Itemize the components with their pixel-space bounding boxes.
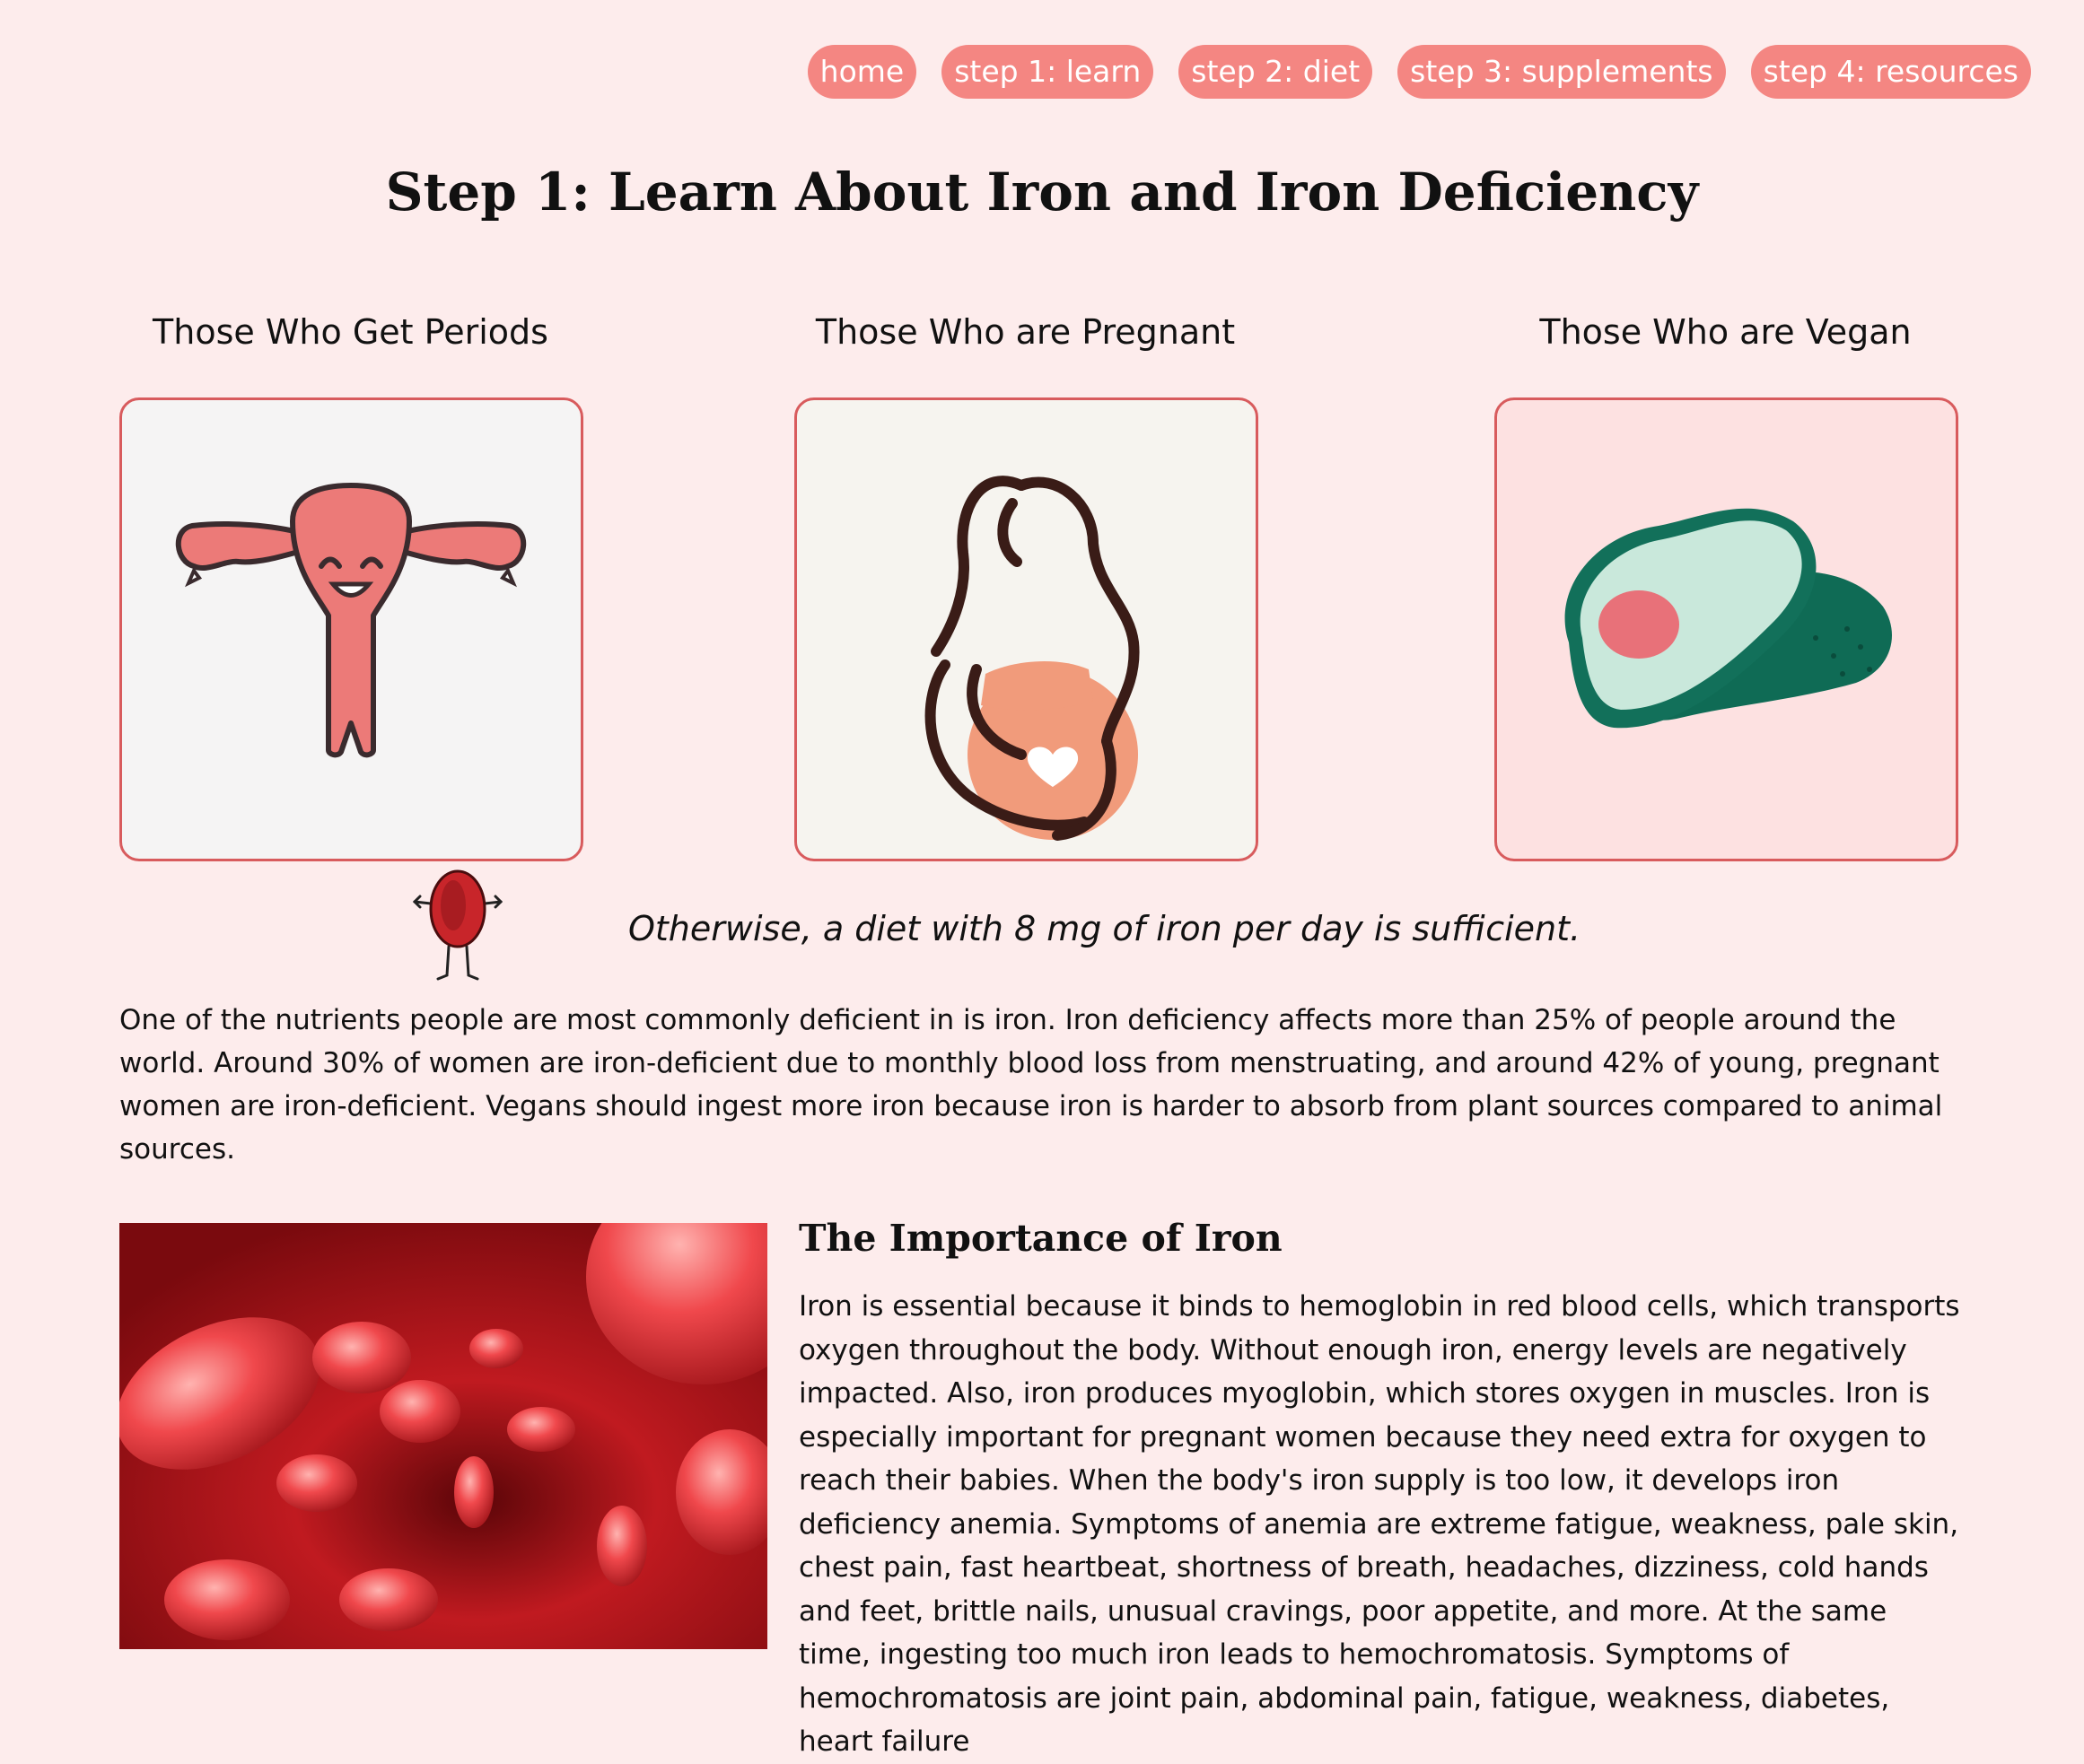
pregnant-woman-icon: [794, 397, 1258, 861]
card-vegan: Those Who are Vegan: [1494, 310, 1958, 861]
importance-title: The Importance of Iron: [799, 1217, 1283, 1260]
card-periods: Those Who Get Periods: [119, 310, 583, 861]
card-periods-label: Those Who Get Periods: [153, 312, 548, 352]
nav-step-3-supplements[interactable]: step 3: supplements: [1397, 45, 1726, 99]
nav-step-2-diet[interactable]: step 2: diet: [1178, 45, 1373, 99]
nav-home[interactable]: home: [807, 45, 917, 99]
card-vegan-label: Those Who are Vegan: [1539, 312, 1912, 352]
card-pregnant: Those Who are Pregnant: [794, 310, 1258, 861]
nav-step-4-resources[interactable]: step 4: resources: [1750, 45, 2031, 99]
avocado-icon: [1494, 397, 1958, 861]
red-blood-cells-image: [119, 1223, 767, 1649]
top-nav: home step 1: learn step 2: diet step 3: …: [807, 45, 2031, 99]
importance-body: Iron is essential because it binds to he…: [799, 1290, 1960, 1758]
card-pregnant-label: Those Who are Pregnant: [815, 312, 1236, 352]
intro-paragraph: One of the nutrients people are most com…: [119, 1004, 1943, 1166]
iron-note: Otherwise, a diet with 8 mg of iron per …: [628, 909, 1581, 948]
nav-step-1-learn[interactable]: step 1: learn: [941, 45, 1154, 99]
page-title: Step 1: Learn About Iron and Iron Defici…: [385, 162, 1699, 223]
uterus-icon: [119, 397, 583, 861]
